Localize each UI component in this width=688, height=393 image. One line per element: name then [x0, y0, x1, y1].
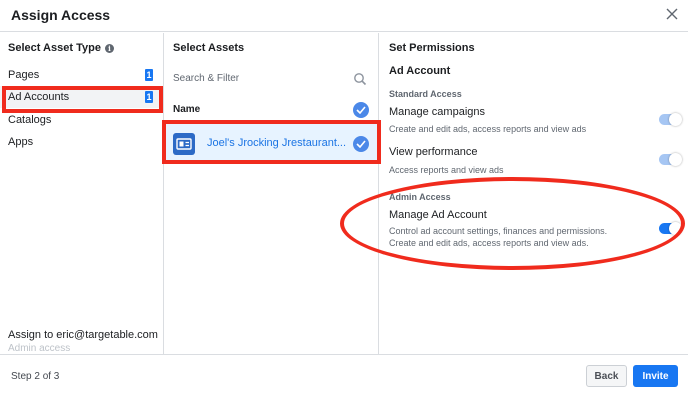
dialog-footer: Step 2 of 3 Back Invite — [0, 354, 688, 393]
count-badge: 1 — [145, 69, 153, 81]
permissions-subtitle: Ad Account — [389, 65, 451, 77]
back-button[interactable]: Back — [586, 365, 627, 387]
manage-campaigns-desc: Create and edit ads, access reports and … — [389, 124, 587, 134]
assign-access-level: Admin access — [8, 343, 71, 354]
checkmark-icon — [356, 106, 366, 114]
toggle-knob — [669, 113, 682, 126]
permissions-header: Set Permissions — [389, 42, 475, 54]
invite-button[interactable]: Invite — [633, 365, 678, 387]
view-performance-toggle[interactable] — [659, 153, 682, 166]
info-icon[interactable]: i — [104, 43, 114, 53]
annotation-box-ad-accounts — [2, 86, 163, 113]
dialog-title: Assign Access — [11, 7, 111, 23]
assign-to-label: Assign to eric@targetable.com — [8, 329, 158, 341]
assets-column: Select Assets Search & Filter Name Joel'… — [164, 33, 379, 354]
asset-type-apps[interactable]: Apps — [0, 131, 163, 153]
view-performance-desc: Access reports and view ads — [389, 165, 504, 175]
close-icon[interactable] — [664, 6, 680, 22]
search-icon[interactable] — [353, 72, 367, 86]
standard-access-heading: Standard Access — [389, 89, 462, 99]
search-input[interactable]: Search & Filter — [173, 73, 239, 84]
manage-campaigns-title: Manage campaigns — [389, 106, 486, 118]
select-all-checkbox[interactable] — [353, 102, 369, 118]
view-performance-title: View performance — [389, 146, 478, 158]
manage-campaigns-toggle[interactable] — [659, 113, 682, 126]
toggle-knob — [669, 153, 682, 166]
annotation-box-asset — [162, 120, 381, 164]
annotation-ellipse-admin-access — [340, 177, 685, 270]
name-column-header: Name — [173, 104, 201, 115]
asset-type-pages[interactable]: Pages 1 — [0, 64, 163, 86]
assets-header: Select Assets — [173, 42, 245, 54]
asset-type-column: Select Asset Type i Pages 1 Ad Accounts … — [0, 33, 164, 354]
asset-type-header: Select Asset Type i — [8, 42, 114, 54]
step-indicator: Step 2 of 3 — [11, 371, 60, 382]
dialog-header: Assign Access — [0, 0, 688, 32]
